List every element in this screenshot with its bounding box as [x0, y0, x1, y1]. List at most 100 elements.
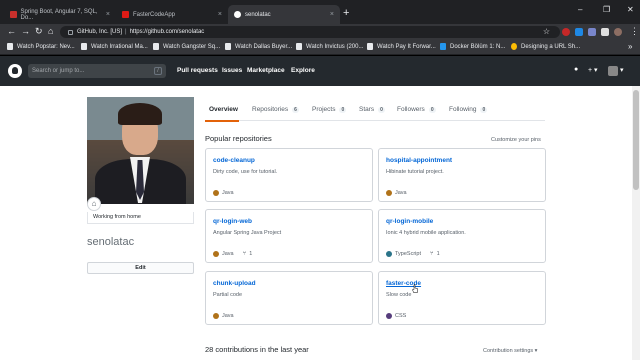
page-scrollbar[interactable]: [632, 86, 640, 360]
repo-link[interactable]: qr-login-web: [213, 218, 252, 225]
bookmarks-bar: Watch Popstar: Nev... Watch Irrational M…: [0, 40, 640, 55]
chevron-down-icon[interactable]: ▾: [620, 66, 624, 74]
star-icon[interactable]: ☆: [543, 27, 550, 36]
browser-tab-3[interactable]: senolatac ×: [228, 5, 340, 24]
browser-tab-1[interactable]: Spring Boot, Angular 7, SQL, Do... ×: [4, 5, 116, 24]
repo-link[interactable]: chunk-upload: [213, 280, 256, 287]
repo-card: faster-code Slow code CSS: [378, 271, 546, 325]
tab-overview[interactable]: Overview: [209, 106, 238, 113]
tab-followers[interactable]: Followers 0: [397, 106, 436, 113]
forward-icon[interactable]: →: [21, 26, 30, 37]
close-icon[interactable]: ×: [106, 11, 110, 18]
plus-dropdown-icon[interactable]: + ▾: [588, 66, 598, 74]
profile-icon[interactable]: [614, 28, 622, 36]
extension-icon[interactable]: [601, 28, 609, 36]
language-color-icon: [386, 313, 392, 319]
tab-title: senolatac: [245, 11, 271, 18]
extension-icon[interactable]: [588, 28, 596, 36]
bookmark-item[interactable]: Watch Invictus (200...: [296, 43, 363, 50]
bookmark-label: Docker Bölüm 1: N...: [450, 43, 506, 50]
scrollbar-thumb[interactable]: [633, 90, 639, 190]
search-input[interactable]: Search or jump to... /: [28, 64, 166, 78]
fork-icon: ⑂: [429, 251, 434, 257]
minimize-button[interactable]: –: [578, 5, 582, 14]
document-icon: [296, 43, 302, 50]
home-icon[interactable]: ⌂: [87, 197, 101, 211]
fork-count: 1: [249, 251, 253, 257]
close-window-button[interactable]: ✕: [627, 5, 634, 14]
bookmark-label: Designing a URL Sh...: [521, 43, 581, 50]
nav-issues[interactable]: Issues: [222, 67, 242, 74]
active-tab-indicator: [205, 120, 239, 122]
bookmark-item[interactable]: Watch Pay It Forwar...: [367, 43, 436, 50]
repo-meta: CSS: [386, 313, 406, 319]
repo-card: hospital-appointment Hibinate tutorial p…: [378, 148, 546, 202]
language-color-icon: [213, 190, 219, 196]
bookmark-item[interactable]: Watch Irrational Ma...: [81, 43, 148, 50]
edit-profile-button[interactable]: Edit: [87, 262, 194, 274]
bookmark-label: Watch Dallas Buyer...: [235, 43, 293, 50]
contribution-settings-dropdown[interactable]: Contribution settings ▾: [483, 348, 537, 354]
close-icon[interactable]: ×: [330, 11, 334, 18]
language-color-icon: [386, 251, 392, 257]
repo-card: qr-login-web Angular Spring Java Project…: [205, 209, 373, 263]
bookmark-item[interactable]: Watch Gangster Sq...: [153, 43, 220, 50]
tab-count: 0: [339, 106, 347, 113]
repo-link[interactable]: qr-login-mobile: [386, 218, 433, 225]
more-bookmarks-button[interactable]: »: [628, 42, 632, 51]
repo-forks[interactable]: ⑂ 1: [243, 251, 253, 257]
repo-link[interactable]: hospital-appointment: [386, 157, 452, 164]
popular-repos-heading: Popular repositories: [205, 134, 272, 143]
bookmark-item[interactable]: Docker Bölüm 1: N...: [440, 43, 505, 50]
browser-tab-2[interactable]: FasterCodeApp ×: [116, 5, 228, 24]
repo-language: Java: [222, 190, 234, 196]
bookmark-label: Watch Invictus (200...: [306, 43, 364, 50]
repo-language: TypeScript: [395, 251, 421, 257]
extension-icon[interactable]: [562, 28, 570, 36]
menu-icon[interactable]: ⋮: [630, 26, 639, 37]
nav-explore[interactable]: Explore: [291, 67, 315, 74]
repo-description: Partial code: [213, 292, 243, 298]
bell-icon[interactable]: ●: [574, 66, 578, 73]
profile-avatar[interactable]: [87, 97, 194, 204]
repo-meta: TypeScript ⑂ 1: [386, 251, 440, 257]
user-avatar-menu[interactable]: [608, 66, 618, 76]
back-icon[interactable]: ←: [7, 26, 16, 37]
profile-page: ⌂ Working from home senolatac Edit Overv…: [0, 86, 632, 360]
tab-count: 6: [292, 106, 299, 113]
bookmark-item[interactable]: Designing a URL Sh...: [511, 43, 580, 50]
address-bar[interactable]: GitHub, Inc. [US] | https://github.com/s…: [60, 26, 560, 38]
nav-marketplace[interactable]: Marketplace: [247, 67, 285, 74]
browser-tab-strip: Spring Boot, Angular 7, SQL, Do... × Fas…: [0, 0, 640, 24]
maximize-button[interactable]: ❐: [603, 5, 610, 14]
close-icon[interactable]: ×: [218, 11, 222, 18]
tab-label: Stars: [359, 106, 375, 113]
bookmark-item[interactable]: Watch Dallas Buyer...: [225, 43, 292, 50]
tab-repositories[interactable]: Repositories 6: [252, 106, 299, 113]
user-status[interactable]: Working from home: [87, 212, 194, 224]
docker-icon: [440, 43, 446, 50]
repo-language: Java: [222, 251, 234, 257]
fork-count: 1: [436, 251, 440, 257]
customize-pins-link[interactable]: Customize your pins: [491, 137, 541, 143]
nav-pull-requests[interactable]: Pull requests: [177, 67, 218, 74]
tab-projects[interactable]: Projects 0: [312, 106, 347, 113]
tab-following[interactable]: Following 0: [449, 106, 488, 113]
new-tab-button[interactable]: +: [343, 8, 349, 19]
address-separator: |: [125, 29, 127, 35]
home-icon[interactable]: ⌂: [48, 26, 53, 37]
repo-language: CSS: [395, 313, 407, 319]
repo-meta: Java ⑂ 1: [213, 251, 252, 257]
tab-stars[interactable]: Stars 0: [359, 106, 385, 113]
language-color-icon: [213, 251, 219, 257]
github-logo-icon[interactable]: [8, 64, 22, 78]
repo-description: Dirty code, use for tutorial.: [213, 169, 278, 175]
tab-label: Projects: [312, 106, 336, 113]
extension-icon[interactable]: [575, 28, 583, 36]
bookmark-item[interactable]: Watch Popstar: Nev...: [7, 43, 75, 50]
avatar-hair: [118, 103, 162, 125]
reload-icon[interactable]: ↻: [35, 26, 43, 37]
repo-forks[interactable]: ⑂ 1: [430, 251, 440, 257]
repo-link[interactable]: code-cleanup: [213, 157, 255, 164]
tab-label: Overview: [209, 106, 238, 113]
